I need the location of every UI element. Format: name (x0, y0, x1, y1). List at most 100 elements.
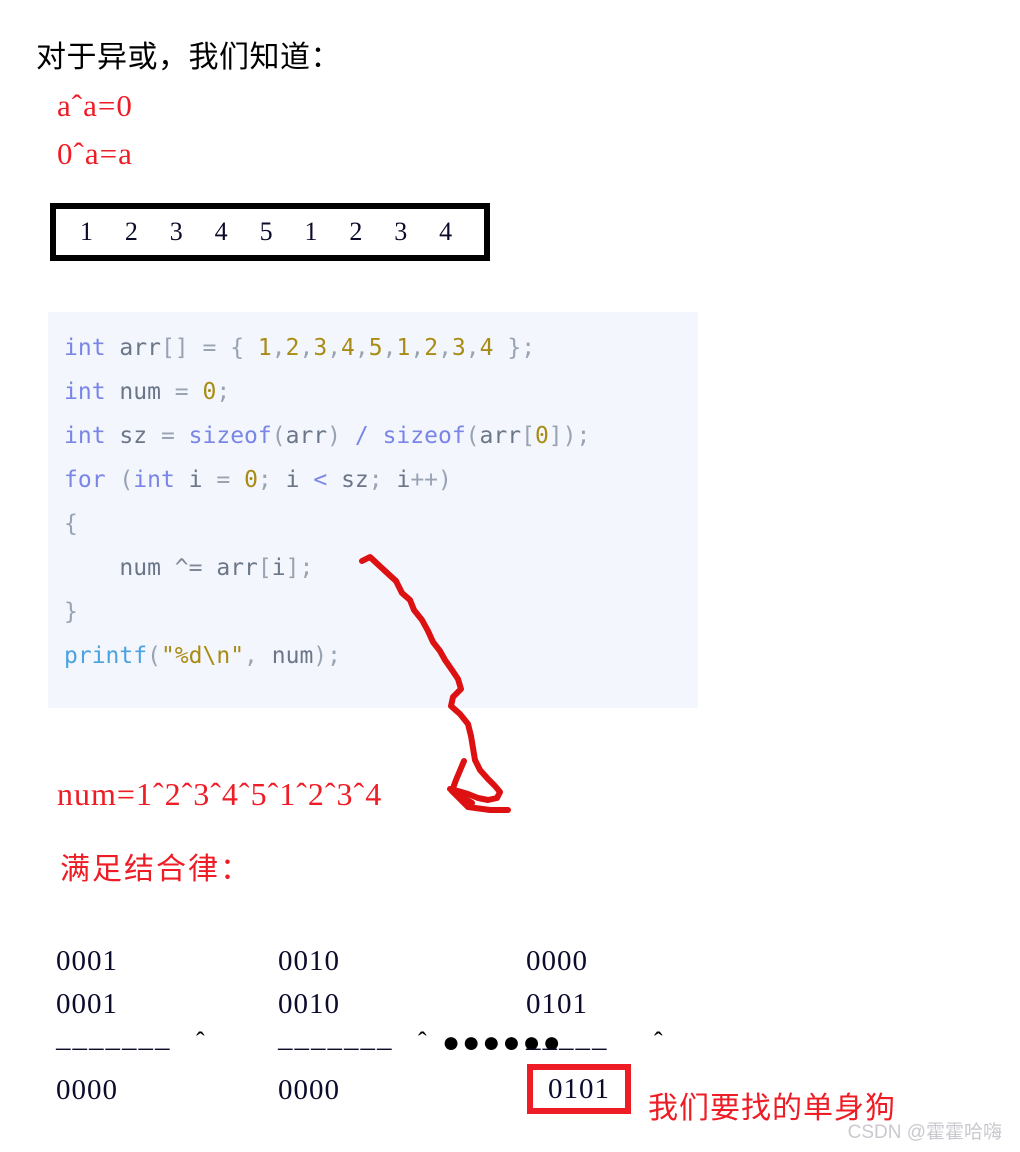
code-token: = (202, 467, 245, 493)
code-line: for (int i = 0; i < sz; i++) (64, 458, 698, 502)
code-token: [ (521, 423, 535, 449)
code-token: , (299, 335, 314, 361)
code-token: for (64, 467, 106, 493)
xor-formula-annotation: num=1ˆ2ˆ3ˆ4ˆ5ˆ1ˆ2ˆ3ˆ4 (57, 776, 383, 812)
xor-operator-icon: ˆ (654, 1027, 663, 1056)
code-token: 3 (451, 335, 466, 361)
code-token: 5 (368, 335, 383, 361)
code-token: / (354, 423, 369, 449)
separator-dashes: ––––– (526, 1031, 609, 1063)
code-token: num (119, 379, 161, 405)
code-token: sizeof (188, 423, 272, 449)
code-block: int arr[] = { 1,2,3,4,5,1,2,3,4 }; int nu… (48, 312, 698, 708)
code-token: [ (257, 555, 272, 581)
code-token: , (410, 335, 425, 361)
code-token: }; (493, 335, 536, 361)
code-token: 2 (285, 335, 300, 361)
binary-separator: ––––––– ˆ (56, 1026, 256, 1069)
associative-law-note: 满足结合律： (60, 853, 252, 886)
binary-operand-a: 0000 (526, 945, 588, 977)
code-token: arr (285, 423, 328, 449)
code-token: ( (465, 423, 480, 449)
xor-rule-2: 0ˆa=a (57, 136, 133, 171)
code-token: "%d\n" (160, 643, 245, 669)
code-token: , (382, 335, 397, 361)
code-token: sz (119, 423, 148, 449)
code-token: < (313, 467, 328, 493)
code-token: arr (119, 335, 161, 361)
code-token: 0 (534, 423, 549, 449)
code-token: arr (216, 555, 258, 581)
code-line: int sz = sizeof(arr) / sizeof(arr[0]); (64, 414, 698, 458)
code-token: , (438, 335, 452, 361)
binary-operand-b: 0010 (278, 988, 340, 1020)
xor-rule-1: aˆa=0 (57, 88, 133, 123)
code-token: ) (327, 423, 355, 449)
code-token: 4 (479, 335, 494, 361)
binary-operand-a: 0010 (278, 945, 340, 977)
array-diagram: 1 2 3 4 5 1 2 3 4 (50, 203, 490, 261)
array-cell: 2 (349, 217, 363, 246)
code-line: num ^= arr[i]; (64, 546, 698, 590)
binary-column: 0000 0101 ––––– ˆ (526, 940, 726, 1069)
xor-operator-icon: ˆ (418, 1027, 427, 1056)
code-token: int (64, 335, 106, 361)
code-token: 2 (424, 335, 439, 361)
binary-result: 0000 (278, 1074, 340, 1106)
watermark: CSDN @霍霍哈嗨 (847, 1122, 1002, 1143)
code-token: ( (105, 467, 134, 493)
array-cell: 1 (80, 217, 93, 246)
code-token: ( (271, 423, 286, 449)
code-token: int (64, 423, 106, 449)
binary-result: 0000 (56, 1074, 118, 1106)
code-token: ]; (285, 555, 314, 581)
xor-operator-icon: ˆ (196, 1027, 205, 1056)
code-token: ^= (174, 555, 203, 581)
code-line: int num = 0; (64, 370, 698, 414)
array-cell: 4 (214, 217, 228, 246)
array-cell: 5 (259, 217, 273, 246)
code-token: 0 (244, 467, 258, 493)
binary-operand-a: 0001 (56, 945, 118, 977)
code-token: 1 (396, 335, 411, 361)
code-token: int (133, 467, 175, 493)
array-cell: 3 (394, 217, 408, 246)
code-token: = (147, 423, 189, 449)
code-token: ]); (548, 423, 591, 449)
array-cell: 2 (124, 217, 138, 246)
code-line: { (64, 502, 698, 546)
code-token: 4 (341, 335, 355, 361)
code-line: } (64, 590, 698, 634)
code-token: ++) (410, 467, 452, 493)
code-token: int (64, 379, 106, 405)
code-token: , (327, 335, 342, 361)
array-cell: 3 (169, 217, 183, 246)
separator-dashes: ––––––– (56, 1031, 172, 1063)
binary-operand-b: 0101 (526, 988, 588, 1020)
code-token: } (64, 599, 78, 625)
code-token: printf (64, 643, 148, 669)
code-token: 1 (257, 335, 272, 361)
code-line: printf("%d\n", num); (64, 634, 698, 678)
binary-result: 0101 (548, 1072, 610, 1105)
array-cell: 1 (304, 217, 318, 246)
code-token: = (160, 379, 203, 405)
code-token: , (271, 335, 286, 361)
binary-column: 0001 0001 ––––––– ˆ 0000 (56, 940, 256, 1112)
code-token: ; (257, 467, 286, 493)
code-token: , (354, 335, 369, 361)
code-token: [] = { (160, 335, 258, 361)
binary-xor-diagram: 0001 0001 ––––––– ˆ 0000 0010 0010 –––––… (56, 940, 696, 1115)
page-title: 对于异或，我们知道： (36, 41, 341, 74)
code-token: i (188, 467, 203, 493)
code-token: i (285, 467, 300, 493)
code-token: 3 (313, 335, 328, 361)
code-token: , (465, 335, 480, 361)
code-token: i (271, 555, 286, 581)
